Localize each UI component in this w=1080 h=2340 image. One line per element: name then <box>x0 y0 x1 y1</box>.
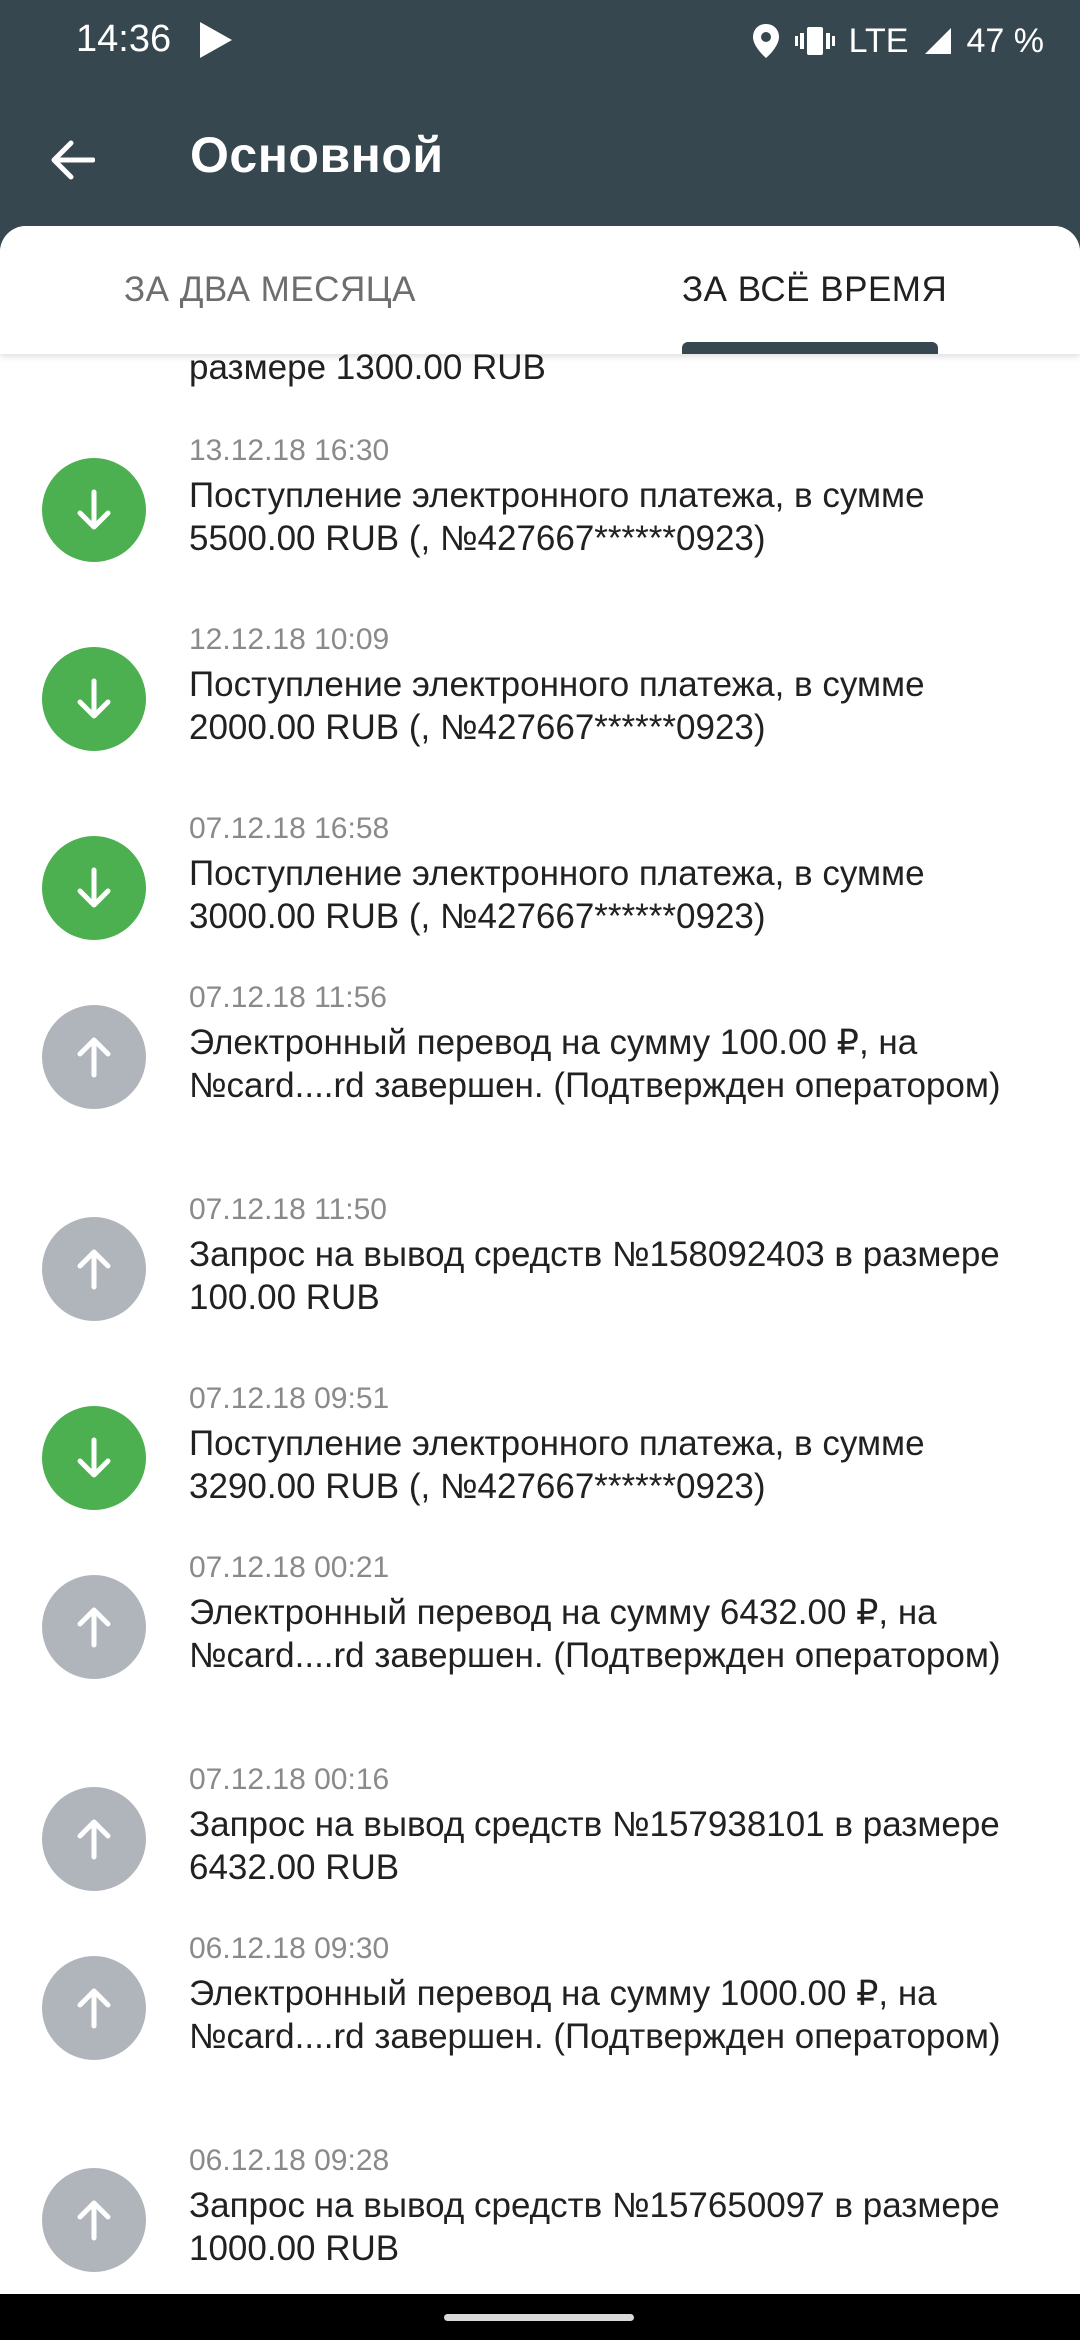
status-time: 14:36 <box>76 18 172 60</box>
transaction-description: Поступление электронного платежа, в сумм… <box>189 854 925 936</box>
transaction-time: 06.12.18 09:30 <box>189 1932 390 1965</box>
back-button[interactable] <box>30 118 114 202</box>
transaction-description: Электронный перевод на сумму 1000.00 ₽, … <box>189 1974 1001 2056</box>
arrow-back-icon <box>51 140 95 180</box>
status-bar: 14:36 LTE 47 % <box>0 0 1080 80</box>
arrow-down-icon <box>42 836 146 940</box>
arrow-down-icon <box>42 647 146 751</box>
play-icon <box>200 22 232 58</box>
transaction-time: 07.12.18 16:58 <box>189 812 390 845</box>
arrow-down-icon <box>42 458 146 562</box>
transaction-description: Поступление электронного платежа, в сумм… <box>189 665 925 747</box>
arrow-up-icon <box>42 1217 146 1321</box>
transaction-time: 07.12.18 11:50 <box>189 1193 387 1226</box>
arrow-up-icon <box>42 1956 146 2060</box>
arrow-up-icon <box>42 1787 146 1891</box>
location-icon <box>752 24 779 58</box>
transaction-description: Запрос на вывод средств №157650097 в раз… <box>189 2186 1000 2268</box>
navigation-bar <box>0 2294 1080 2340</box>
arrow-up-icon <box>42 2168 146 2272</box>
transaction-time: 07.12.18 11:56 <box>189 981 387 1014</box>
transaction-time: 13.12.18 16:30 <box>189 434 390 467</box>
transaction-description: Запрос на вывод средств №157938101 в раз… <box>189 1805 1000 1887</box>
app-bar: Основной <box>0 80 1080 230</box>
transaction-time: 07.12.18 00:16 <box>189 1763 390 1796</box>
tab-all-time[interactable]: ЗА ВСЁ ВРЕМЯ <box>682 270 947 310</box>
battery-level: 47 % <box>966 21 1045 60</box>
content-sheet: размере 1300.00 RUB 13.12.18 16:30 Посту… <box>0 226 1080 2294</box>
home-handle[interactable] <box>444 2314 634 2321</box>
signal-icon <box>924 28 951 54</box>
vibrate-icon <box>794 27 835 55</box>
transaction-time: 07.12.18 00:21 <box>189 1551 390 1584</box>
transaction-description: Запрос на вывод средств №158092403 в раз… <box>189 1235 1000 1317</box>
tab-two-months[interactable]: ЗА ДВА МЕСЯЦА <box>124 270 416 310</box>
transaction-description: Электронный перевод на сумму 6432.00 ₽, … <box>189 1593 1001 1675</box>
arrow-up-icon <box>42 1575 146 1679</box>
transaction-time: 06.12.18 09:28 <box>189 2144 390 2177</box>
tab-indicator <box>682 342 938 354</box>
page-title: Основной <box>190 127 444 183</box>
transaction-description: Поступление электронного платежа, в сумм… <box>189 476 925 558</box>
transaction-description: Поступление электронного платежа, в сумм… <box>189 1424 925 1506</box>
arrow-up-icon <box>42 1005 146 1109</box>
arrow-down-icon <box>42 1406 146 1510</box>
transaction-description: Электронный перевод на сумму 100.00 ₽, н… <box>189 1023 1001 1105</box>
network-type: LTE <box>848 21 909 60</box>
transaction-time: 07.12.18 09:51 <box>189 1382 390 1415</box>
transaction-time: 12.12.18 10:09 <box>189 623 390 656</box>
tab-bar: ЗА ДВА МЕСЯЦА ЗА ВСЁ ВРЕМЯ <box>0 226 1080 354</box>
